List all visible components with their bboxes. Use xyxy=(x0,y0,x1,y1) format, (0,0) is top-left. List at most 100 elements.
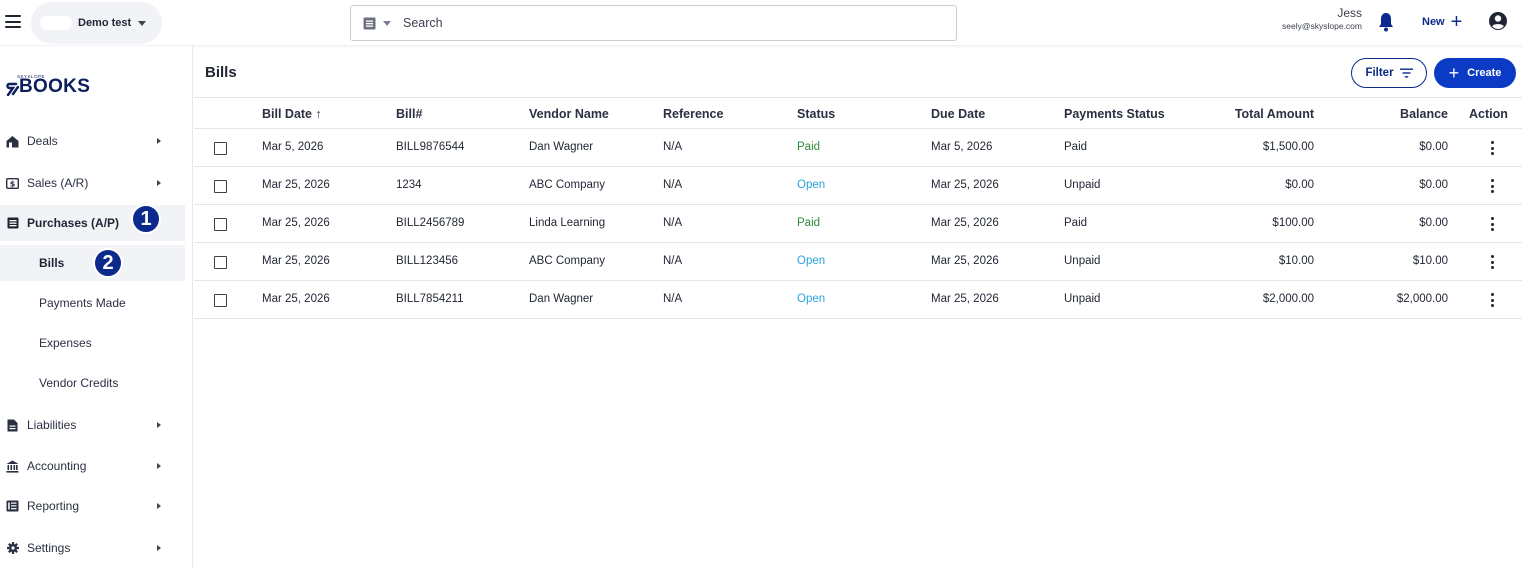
cell-status: Open xyxy=(797,255,826,267)
column-header-bill-number[interactable]: Bill# xyxy=(396,107,422,121)
cell-bill-date: Mar 25, 2026 xyxy=(262,293,330,305)
filter-button[interactable]: Filter xyxy=(1351,58,1427,88)
column-header-action: Action xyxy=(1469,107,1508,121)
column-header-reference[interactable]: Reference xyxy=(663,107,723,121)
sidebar-item-label: Purchases (A/P) xyxy=(27,216,120,230)
more-actions-icon[interactable] xyxy=(1490,179,1494,193)
more-actions-icon[interactable] xyxy=(1490,293,1494,307)
profile-icon[interactable] xyxy=(1488,11,1508,31)
liabilities-icon xyxy=(6,419,19,432)
chevron-down-icon xyxy=(138,20,147,26)
table-row[interactable]: Mar 25, 2026 1234 ABC Company N/A Open M… xyxy=(194,167,1522,205)
sidebar-item-reporting[interactable]: Reporting xyxy=(0,488,185,524)
column-header-vendor-name[interactable]: Vendor Name xyxy=(529,107,609,121)
cell-payment-status: Paid xyxy=(1064,217,1088,229)
filter-button-label: Filter xyxy=(1365,67,1394,79)
sidebar-item-deals[interactable]: Deals xyxy=(0,123,185,159)
logo-text: BOOKS xyxy=(19,76,91,97)
purchases-icon xyxy=(6,217,19,230)
sidebar-item-settings[interactable]: Settings xyxy=(0,530,185,566)
chevron-right-icon xyxy=(157,503,161,509)
sidebar-item-label: Reporting xyxy=(27,499,80,513)
cell-reference: N/A xyxy=(663,179,683,191)
table-row[interactable]: Mar 25, 2026 BILL123456 ABC Company N/A … xyxy=(194,243,1522,281)
cell-payment-status: Paid xyxy=(1064,141,1088,153)
row-checkbox[interactable] xyxy=(214,294,227,307)
row-checkbox[interactable] xyxy=(214,180,227,193)
bank-icon xyxy=(6,460,19,473)
search-bar[interactable] xyxy=(350,5,957,41)
more-actions-icon[interactable] xyxy=(1490,217,1494,231)
sidebar-subitem-label: Bills xyxy=(39,256,65,270)
cell-bill-number[interactable]: 1234 xyxy=(396,179,422,191)
user-name: Jess xyxy=(1337,6,1362,20)
account-switcher[interactable]: Demo test xyxy=(31,2,162,44)
bills-table: Bill Date ↑ Bill# Vendor Name Reference … xyxy=(194,97,1522,319)
column-header-payments-status[interactable]: Payments Status xyxy=(1064,107,1165,121)
bell-icon[interactable] xyxy=(1378,12,1394,32)
cell-reference: N/A xyxy=(663,141,683,153)
table-row[interactable]: Mar 25, 2026 BILL2456789 Linda Learning … xyxy=(194,205,1522,243)
cell-status: Paid xyxy=(797,141,821,153)
cell-status: Open xyxy=(797,179,826,191)
create-button-label: Create xyxy=(1467,67,1502,79)
chevron-right-icon xyxy=(157,180,161,186)
cell-bill-number[interactable]: BILL9876544 xyxy=(396,141,464,153)
sidebar-item-label: Liabilities xyxy=(27,418,77,432)
cell-due-date: Mar 25, 2026 xyxy=(931,217,999,229)
table-header: Bill Date ↑ Bill# Vendor Name Reference … xyxy=(194,98,1522,129)
cell-balance: $0.00 xyxy=(1419,141,1448,153)
document-icon[interactable] xyxy=(363,17,376,30)
hamburger-menu-icon[interactable] xyxy=(5,15,21,28)
cell-status: Paid xyxy=(797,217,821,229)
cell-vendor-name: Linda Learning xyxy=(529,217,606,229)
deals-icon xyxy=(6,135,19,148)
sidebar-item-label: Sales (A/R) xyxy=(27,176,89,190)
sidebar-item-liabilities[interactable]: Liabilities xyxy=(0,407,185,443)
sidebar-subitem-vendor-credits[interactable]: Vendor Credits xyxy=(0,365,185,401)
cell-bill-number[interactable]: BILL2456789 xyxy=(396,217,464,229)
cell-due-date: Mar 25, 2026 xyxy=(931,179,999,191)
search-input[interactable] xyxy=(403,16,903,30)
cell-bill-number[interactable]: BILL123456 xyxy=(396,255,458,267)
plus-icon: + xyxy=(1450,11,1463,33)
new-button[interactable]: New + xyxy=(1422,11,1463,33)
more-actions-icon[interactable] xyxy=(1490,255,1494,269)
cell-bill-date: Mar 25, 2026 xyxy=(262,217,330,229)
chevron-right-icon xyxy=(157,422,161,428)
search-scope-chevron-icon[interactable] xyxy=(383,20,391,26)
new-button-label: New xyxy=(1422,16,1445,28)
step-badge-2: 2 xyxy=(93,248,123,278)
column-header-total-amount[interactable]: Total Amount xyxy=(1235,107,1314,121)
cell-reference: N/A xyxy=(663,293,683,305)
sidebar-item-sales[interactable]: $ Sales (A/R) xyxy=(0,165,185,201)
cell-bill-number[interactable]: BILL7854211 xyxy=(396,293,464,305)
column-header-status[interactable]: Status xyxy=(797,107,835,121)
more-actions-icon[interactable] xyxy=(1490,141,1494,155)
cell-vendor-name: Dan Wagner xyxy=(529,293,594,305)
table-row[interactable]: Mar 25, 2026 BILL7854211 Dan Wagner N/A … xyxy=(194,281,1522,319)
cell-total-amount: $10.00 xyxy=(1278,255,1314,267)
cell-total-amount: $100.00 xyxy=(1272,217,1314,229)
table-row[interactable]: Mar 5, 2026 BILL9876544 Dan Wagner N/A P… xyxy=(194,129,1522,167)
sidebar-item-accounting[interactable]: Accounting xyxy=(0,448,185,484)
skyslope-books-logo[interactable]: BOOKS xyxy=(5,76,91,97)
page-title: Bills xyxy=(205,64,237,81)
cell-due-date: Mar 25, 2026 xyxy=(931,255,999,267)
column-header-due-date[interactable]: Due Date xyxy=(931,107,985,121)
reporting-icon xyxy=(6,500,19,513)
sidebar-subitem-expenses[interactable]: Expenses xyxy=(0,325,185,361)
cell-vendor-name: Dan Wagner xyxy=(529,141,594,153)
svg-text:$: $ xyxy=(10,179,16,188)
row-checkbox[interactable] xyxy=(214,256,227,269)
row-checkbox[interactable] xyxy=(214,142,227,155)
cell-bill-date: Mar 5, 2026 xyxy=(262,141,324,153)
row-checkbox[interactable] xyxy=(214,218,227,231)
sidebar-subitem-label: Payments Made xyxy=(39,296,126,310)
sidebar-subitem-payments-made[interactable]: Payments Made xyxy=(0,285,185,321)
column-header-balance[interactable]: Balance xyxy=(1400,107,1448,121)
cell-balance: $0.00 xyxy=(1419,179,1448,191)
create-button[interactable]: + Create xyxy=(1434,58,1516,88)
column-header-bill-date[interactable]: Bill Date ↑ xyxy=(262,107,322,121)
top-bar: Demo test Jess seely@skyslope.com New + xyxy=(0,0,1522,46)
